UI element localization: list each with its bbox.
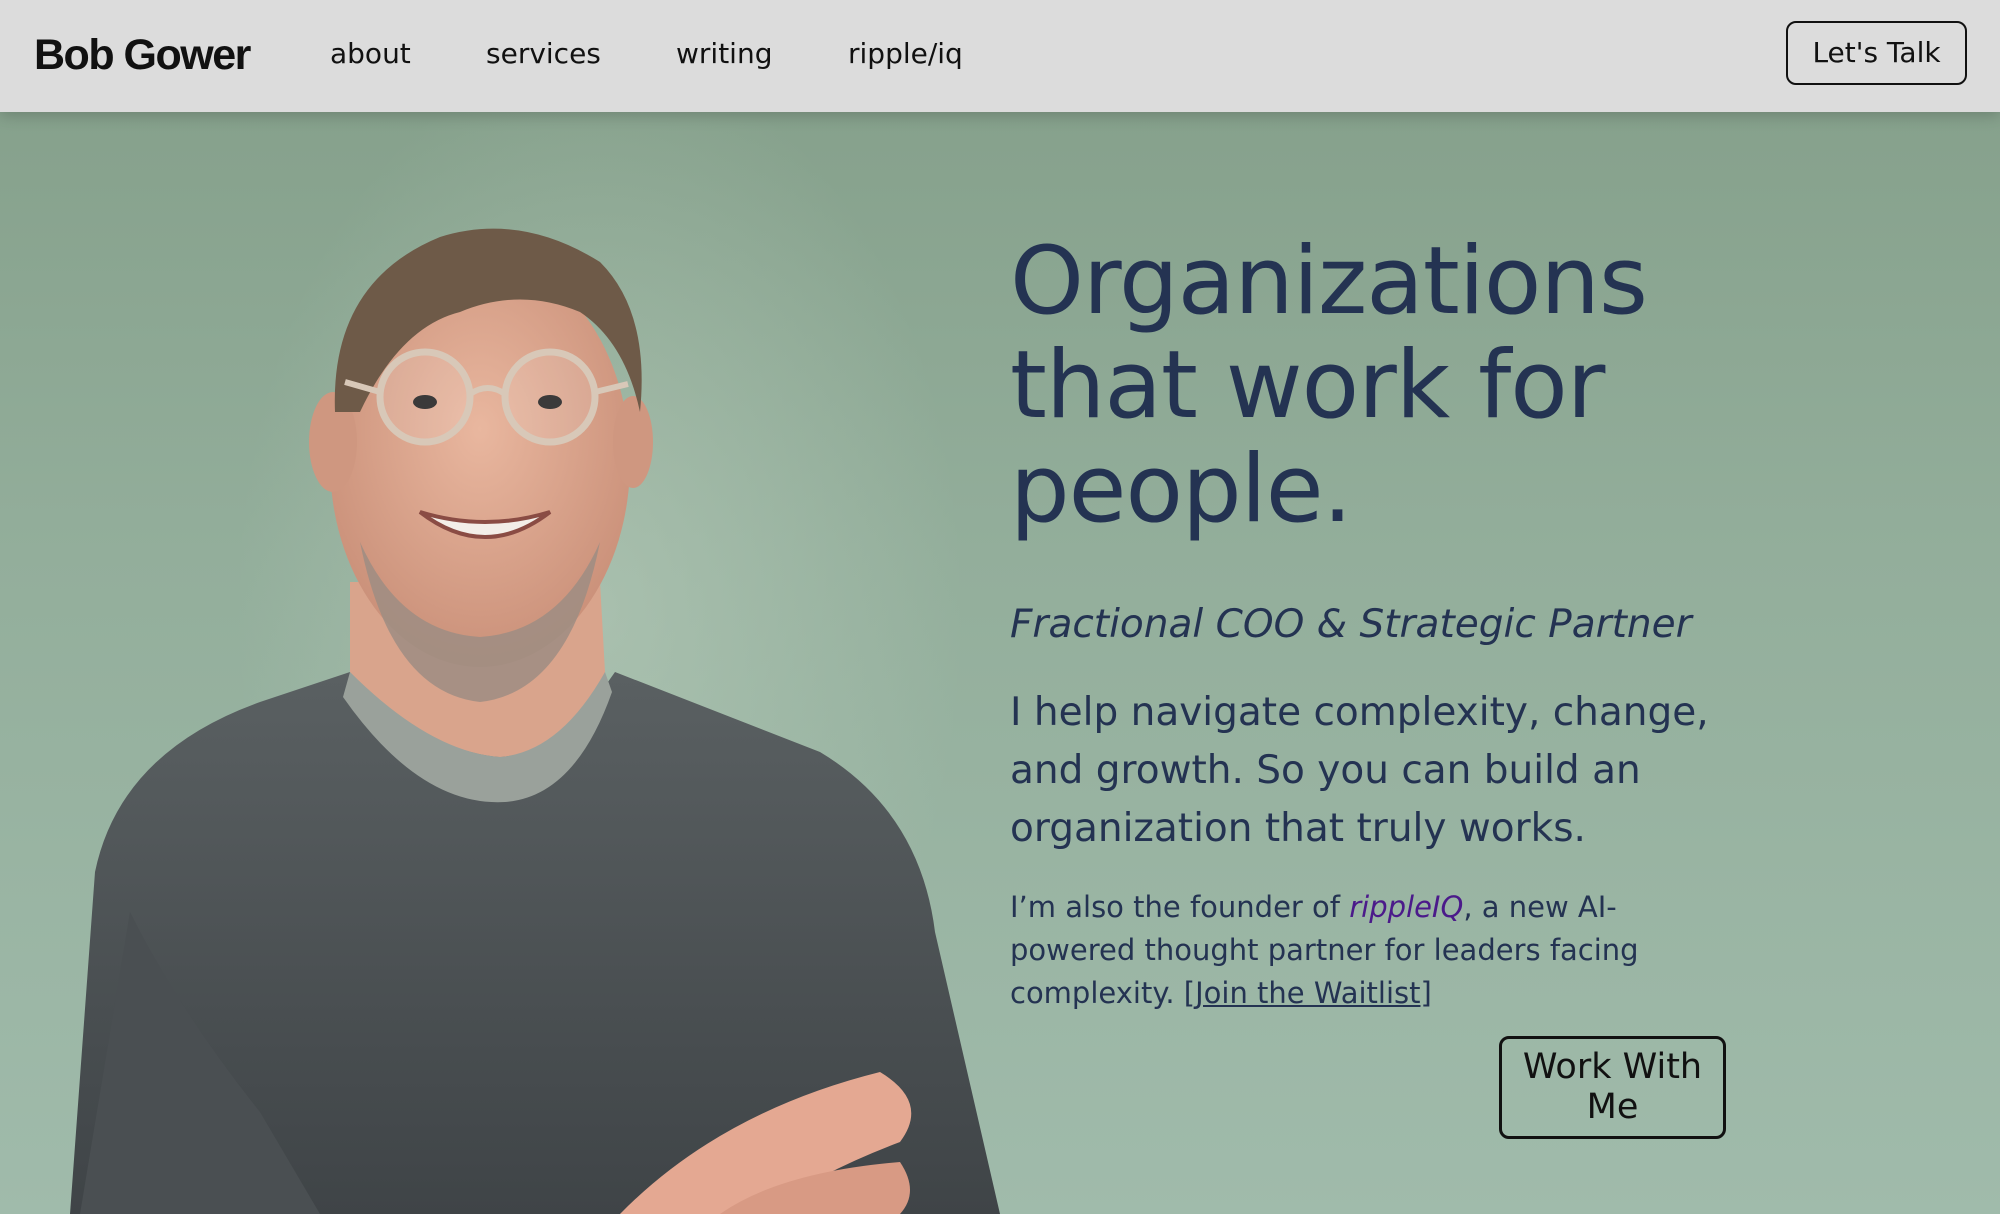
- headline-line: that work for: [1010, 331, 1605, 440]
- nav-writing[interactable]: writing: [676, 34, 772, 74]
- hero-section: Organizations that work for people. Frac…: [0, 112, 2000, 1214]
- nav-services[interactable]: services: [486, 34, 601, 74]
- hero-headline: Organizations that work for people.: [1010, 230, 1770, 542]
- site-header: Bob Gower about services writing ripple/…: [0, 0, 2000, 112]
- ripple-iq-link[interactable]: rippleIQ: [1349, 890, 1463, 924]
- blurb-text: ]: [1420, 976, 1432, 1010]
- work-with-me-button[interactable]: Work With Me: [1499, 1036, 1726, 1139]
- site-logo[interactable]: Bob Gower: [34, 26, 251, 84]
- nav-ripple-iq[interactable]: ripple/iq: [848, 34, 963, 74]
- portrait-photo: [70, 228, 1000, 1214]
- hero-tagline: Fractional COO & Strategic Partner: [1010, 602, 1692, 647]
- lets-talk-button[interactable]: Let's Talk: [1786, 21, 1967, 85]
- hero-lead: I help navigate complexity, change, and …: [1010, 690, 1709, 851]
- headline-line: Organizations: [1010, 227, 1648, 336]
- nav-about[interactable]: about: [330, 34, 411, 74]
- headline-line: people.: [1010, 435, 1353, 544]
- blurb-text: I’m also the founder of: [1010, 890, 1350, 924]
- ripple-iq-blurb: I’m also the founder of rippleIQ, a new …: [1010, 886, 1710, 1015]
- join-waitlist-link[interactable]: Join the Waitlist: [1195, 976, 1420, 1010]
